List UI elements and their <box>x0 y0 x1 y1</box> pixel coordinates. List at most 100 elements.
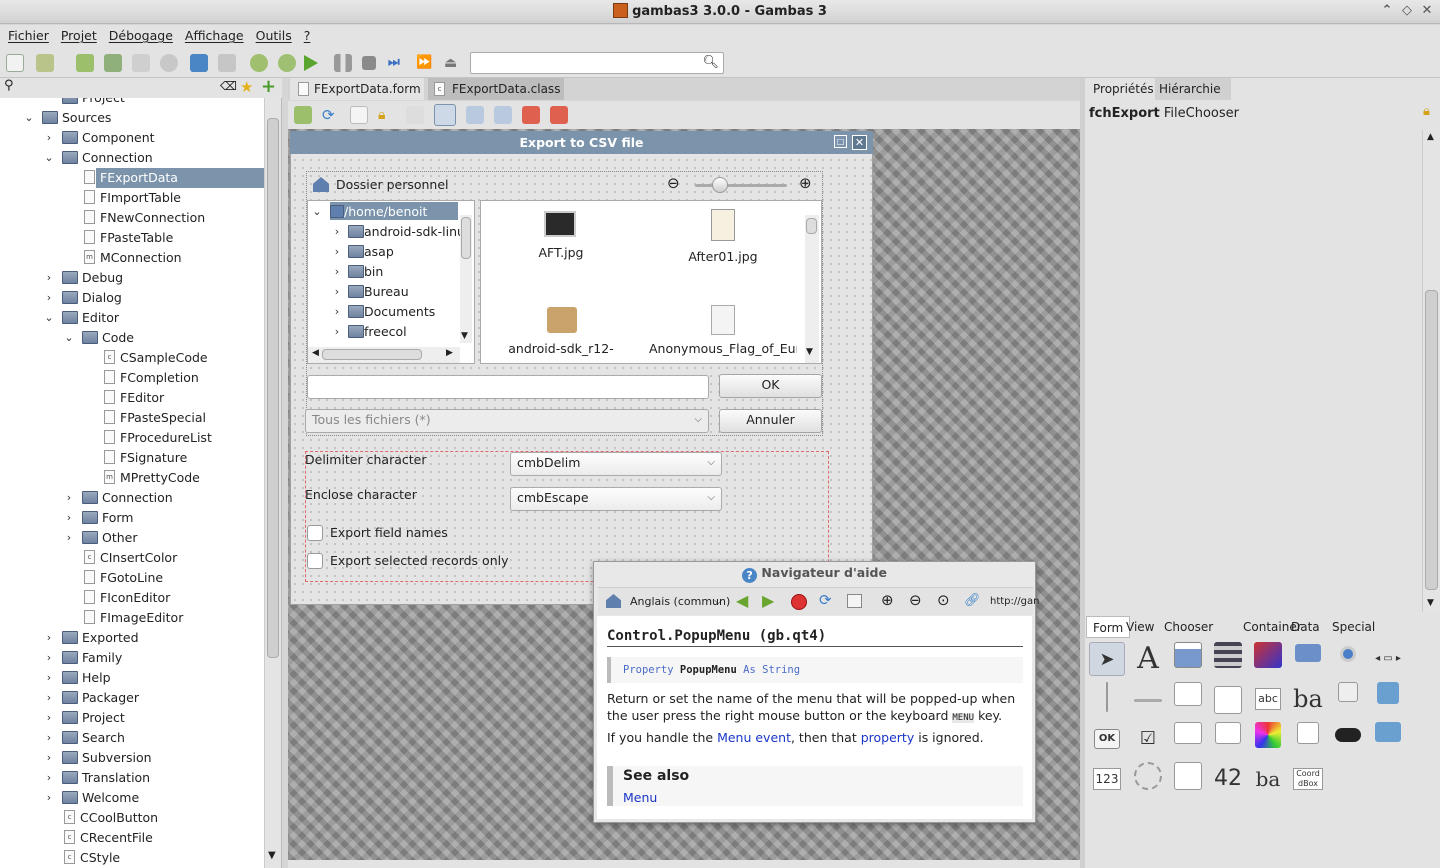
textarea-tool[interactable] <box>1210 682 1246 716</box>
tree-item[interactable]: › Search <box>0 728 264 748</box>
view-icon[interactable] <box>847 594 862 608</box>
dial-tool[interactable] <box>1130 762 1166 796</box>
tree-item[interactable]: ⌄ Editor <box>0 308 264 328</box>
chevron-right-icon[interactable]: › <box>44 768 54 788</box>
chevron-right-icon[interactable]: › <box>44 648 54 668</box>
open-project-icon[interactable] <box>36 54 54 72</box>
textlabel-tool[interactable]: ba <box>1250 762 1286 796</box>
chevron-down-icon[interactable]: ⌄ <box>312 202 322 222</box>
image-file-icon[interactable] <box>544 211 576 237</box>
tab-properties[interactable]: Propriétés <box>1087 78 1155 100</box>
chevron-down-icon[interactable]: ⌵ <box>714 594 722 608</box>
dir-item[interactable]: › freecol <box>308 322 460 342</box>
close-icon[interactable]: ✕ <box>852 135 867 150</box>
maximize-icon[interactable]: □ <box>834 135 847 148</box>
frame-tool[interactable] <box>1330 682 1366 716</box>
valuebox-tool[interactable]: 123 <box>1089 762 1125 796</box>
tree-item[interactable]: › Translation <box>0 768 264 788</box>
tree-item[interactable]: FImageEditor <box>0 608 264 628</box>
chevron-right-icon[interactable]: › <box>44 628 54 648</box>
tree-item[interactable]: ⌄ Connection <box>0 148 264 168</box>
filename-input[interactable] <box>307 375 709 399</box>
tab-class[interactable]: c FExportData.class <box>428 78 564 100</box>
toolbox-tab-view[interactable]: View <box>1120 616 1160 638</box>
menu-debogage[interactable]: Débogage <box>103 25 179 48</box>
separator-tool[interactable] <box>1089 682 1125 716</box>
close-icon[interactable]: ✕ <box>1418 2 1436 20</box>
label-tool[interactable]: A <box>1130 642 1166 676</box>
run-icon[interactable] <box>304 55 318 71</box>
splitter[interactable] <box>1080 78 1085 868</box>
toolbar-search-input[interactable]: 🔍︎ <box>470 52 724 74</box>
tree-item[interactable]: c CStyle <box>0 848 264 868</box>
menu-projet[interactable]: Projet <box>55 25 103 48</box>
stop-icon[interactable] <box>791 594 807 610</box>
chevron-down-icon[interactable]: ⌄ <box>24 108 34 128</box>
edit-menu-icon[interactable] <box>406 106 424 124</box>
combobox-tool[interactable] <box>1170 722 1206 756</box>
menu-affichage[interactable]: Affichage <box>179 25 250 48</box>
return-icon[interactable]: ⏏ <box>444 54 462 72</box>
tree-scrollbar[interactable]: ▼ <box>264 98 281 868</box>
tree-item[interactable]: FEditor <box>0 388 264 408</box>
chevron-down-icon[interactable]: ⌄ <box>44 308 54 328</box>
tree-item[interactable]: c CCoolButton <box>0 808 264 828</box>
delimiter-combo[interactable]: cmbDelim ⌵ <box>510 452 722 476</box>
canvas-hscroll[interactable] <box>288 860 1080 868</box>
richtext-tool[interactable]: ba <box>1290 682 1326 716</box>
archive-file-icon[interactable] <box>547 307 577 333</box>
slider-tool[interactable] <box>1130 682 1166 716</box>
dir-item[interactable]: › bin <box>308 262 460 282</box>
tree-item[interactable]: › Subversion <box>0 748 264 768</box>
tree-item[interactable]: › Dialog <box>0 288 264 308</box>
compile-icon[interactable] <box>218 54 236 72</box>
front-icon[interactable] <box>466 106 484 124</box>
restore-icon[interactable]: ◇ <box>1398 2 1416 20</box>
tree-item[interactable]: FGotoLine <box>0 568 264 588</box>
step-icon[interactable]: ⏭ <box>388 54 406 72</box>
tab-hierarchy[interactable]: Hiérarchie <box>1155 78 1231 100</box>
chevron-right-icon[interactable]: › <box>44 708 54 728</box>
scrollbar-tool[interactable]: ◂ ▭ ▸ <box>1370 642 1406 676</box>
clear-filter-icon[interactable]: ⌫ <box>220 79 237 93</box>
pause-icon[interactable] <box>334 54 352 72</box>
file-name[interactable]: Anonymous_Flag_of_Euro <box>649 341 797 363</box>
zoom-in-icon[interactable]: ⊕ <box>799 174 812 192</box>
tree-item[interactable]: ⌄ Code <box>0 328 264 348</box>
zoom-out-icon[interactable]: ⊖ <box>667 174 680 192</box>
menu-link[interactable]: Menu <box>623 790 657 805</box>
property-scrollbar[interactable]: ▲ ▼ <box>1422 130 1440 612</box>
scroll-down-icon[interactable]: ▼ <box>268 850 276 861</box>
button-tool[interactable]: OK <box>1089 722 1125 756</box>
panel-tool[interactable] <box>1290 642 1326 676</box>
tab-form[interactable]: FExportData.form <box>290 78 424 100</box>
tree-item[interactable]: FProcedureList <box>0 428 264 448</box>
tree-item[interactable]: m MPrettyCode <box>0 468 264 488</box>
add-icon[interactable]: + <box>261 76 276 97</box>
forward-icon[interactable]: ⏩ <box>416 54 434 72</box>
ok-button[interactable]: OK <box>719 374 822 398</box>
enclose-combo[interactable]: cmbEscape ⌵ <box>510 487 722 511</box>
menu-outils[interactable]: Outils <box>250 25 298 48</box>
tree-item[interactable]: Project <box>0 98 264 108</box>
web-icon[interactable]: 🔗︎ <box>964 593 981 608</box>
radio-tool[interactable] <box>1330 642 1366 676</box>
tree-item[interactable]: › Family <box>0 648 264 668</box>
menu-fichier[interactable]: Fichier <box>2 25 55 48</box>
location-label[interactable]: Dossier personnel <box>336 177 449 192</box>
chevron-down-icon[interactable]: ⌄ <box>44 148 54 168</box>
tree-item[interactable]: FIconEditor <box>0 588 264 608</box>
cancel-button[interactable]: Annuler <box>719 409 822 433</box>
lock-icon[interactable]: 🔒︎ <box>1423 104 1430 119</box>
lcdlabel-tool[interactable]: 42 <box>1210 762 1246 796</box>
menu-event-link[interactable]: Menu event <box>717 730 791 745</box>
chevron-right-icon[interactable]: › <box>44 748 54 768</box>
toolbox-tab-chooser[interactable]: Chooser <box>1158 616 1219 638</box>
chevron-right-icon[interactable]: › <box>44 688 54 708</box>
dir-vscroll[interactable]: ▼ <box>460 215 472 343</box>
tree-item[interactable]: FPasteTable <box>0 228 264 248</box>
pointer-tool[interactable]: ➤ <box>1089 642 1125 676</box>
tree-item[interactable]: FNewConnection <box>0 208 264 228</box>
lock-icon[interactable]: 🔒︎ <box>378 106 396 124</box>
home-icon[interactable] <box>313 177 329 192</box>
